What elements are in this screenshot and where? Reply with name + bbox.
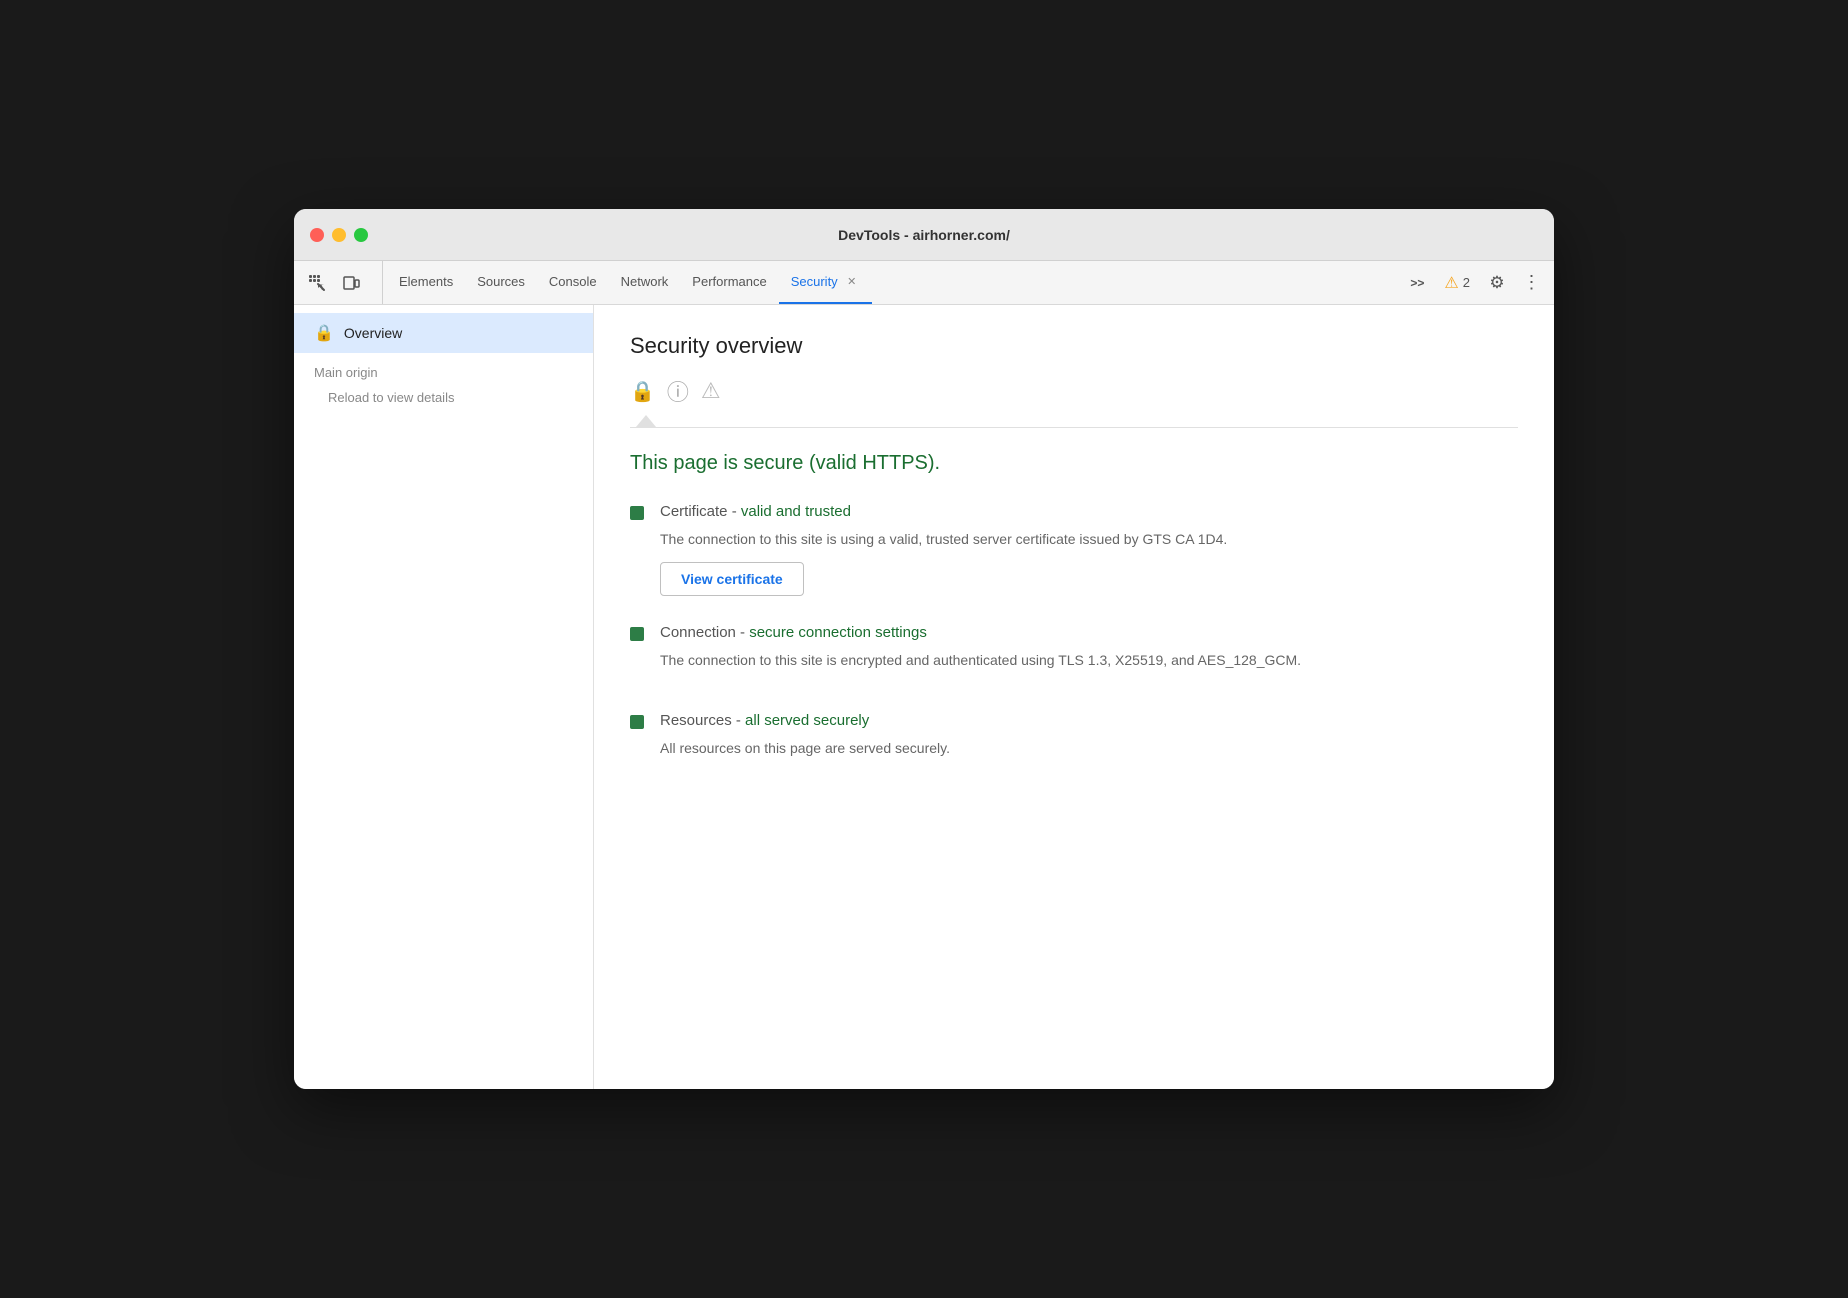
titlebar: DevTools - airhorner.com/ bbox=[294, 209, 1554, 261]
maximize-button[interactable] bbox=[354, 228, 368, 242]
sidebar: 🔒 Overview Main origin Reload to view de… bbox=[294, 305, 594, 1089]
tab-security[interactable]: Security ✕ bbox=[779, 261, 872, 304]
status-icons-row: 🔒 ⓘ ⚠ bbox=[630, 375, 1518, 407]
connection-dot bbox=[630, 627, 644, 641]
connection-item: Connection - secure connection settings … bbox=[630, 624, 1518, 683]
warning-count: 2 bbox=[1463, 275, 1470, 290]
toolbar-spacer bbox=[872, 261, 1403, 304]
window-title: DevTools - airhorner.com/ bbox=[838, 227, 1010, 243]
resources-title: Resources - all served securely bbox=[660, 712, 1518, 729]
divider bbox=[630, 427, 1518, 428]
tab-network[interactable]: Network bbox=[609, 261, 681, 304]
certificate-title: Certificate - valid and trusted bbox=[660, 503, 1518, 520]
tab-elements[interactable]: Elements bbox=[387, 261, 465, 304]
page-title: Security overview bbox=[630, 333, 1518, 359]
connection-desc: The connection to this site is encrypted… bbox=[660, 649, 1518, 671]
warning-icon: ⚠ bbox=[1444, 273, 1458, 293]
content-area: 🔒 Overview Main origin Reload to view de… bbox=[294, 305, 1554, 1089]
tab-performance[interactable]: Performance bbox=[680, 261, 778, 304]
connection-content: Connection - secure connection settings … bbox=[660, 624, 1518, 683]
settings-button[interactable]: ⚙ bbox=[1482, 268, 1512, 298]
connection-title: Connection - secure connection settings bbox=[660, 624, 1518, 641]
view-certificate-button[interactable]: View certificate bbox=[660, 562, 804, 596]
minimize-button[interactable] bbox=[332, 228, 346, 242]
tab-console[interactable]: Console bbox=[537, 261, 609, 304]
more-options-button[interactable]: ⋮ bbox=[1516, 268, 1546, 298]
secure-headline: This page is secure (valid HTTPS). bbox=[630, 452, 1518, 475]
arrow-indicator bbox=[632, 415, 1518, 427]
warning-status-icon[interactable]: ⚠ bbox=[701, 378, 721, 404]
lock-icon: 🔒 bbox=[314, 323, 334, 343]
info-icon[interactable]: ⓘ bbox=[667, 375, 689, 407]
more-icon: ⋮ bbox=[1523, 272, 1540, 293]
certificate-item: Certificate - valid and trusted The conn… bbox=[630, 503, 1518, 596]
certificate-content: Certificate - valid and trusted The conn… bbox=[660, 503, 1518, 596]
close-button[interactable] bbox=[310, 228, 324, 242]
resources-desc: All resources on this page are served se… bbox=[660, 737, 1518, 759]
toolbar-icons bbox=[302, 261, 383, 304]
resources-item: Resources - all served securely All reso… bbox=[630, 712, 1518, 771]
resources-dot bbox=[630, 715, 644, 729]
sidebar-overview-label: Overview bbox=[344, 325, 402, 341]
device-toggle-button[interactable] bbox=[336, 268, 366, 298]
certificate-desc: The connection to this site is using a v… bbox=[660, 528, 1518, 550]
certificate-dot bbox=[630, 506, 644, 520]
toolbar-right: >> ⚠ 2 ⚙ ⋮ bbox=[1402, 261, 1546, 304]
toolbar: Elements Sources Console Network Perform… bbox=[294, 261, 1554, 305]
main-content: Security overview 🔒 ⓘ ⚠ This page is sec… bbox=[594, 305, 1554, 1089]
resources-content: Resources - all served securely All reso… bbox=[660, 712, 1518, 771]
tab-sources[interactable]: Sources bbox=[465, 261, 537, 304]
warning-badge[interactable]: ⚠ 2 bbox=[1436, 269, 1478, 297]
inspect-element-button[interactable] bbox=[302, 268, 332, 298]
sidebar-main-origin: Main origin bbox=[294, 353, 593, 384]
gear-icon: ⚙ bbox=[1489, 273, 1504, 293]
sidebar-item-overview[interactable]: 🔒 Overview bbox=[294, 313, 593, 353]
tab-security-close[interactable]: ✕ bbox=[844, 274, 860, 290]
more-tabs-button[interactable]: >> bbox=[1402, 268, 1432, 298]
traffic-lights bbox=[310, 228, 368, 242]
sidebar-reload-item[interactable]: Reload to view details bbox=[294, 384, 593, 411]
devtools-window: DevTools - airhorner.com/ bbox=[294, 209, 1554, 1089]
secure-lock-icon[interactable]: 🔒 bbox=[630, 379, 655, 404]
